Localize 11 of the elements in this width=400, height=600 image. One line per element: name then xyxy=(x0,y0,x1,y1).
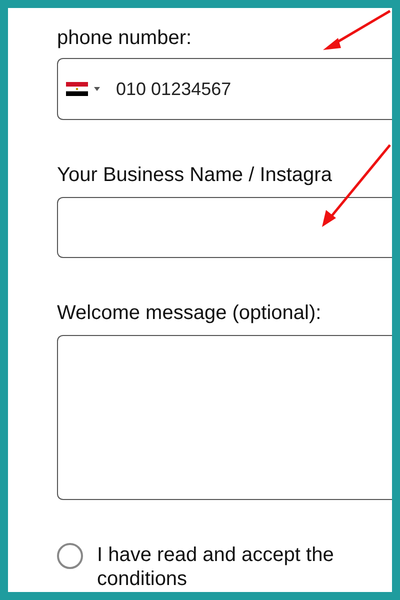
flag-icon xyxy=(66,82,88,96)
radio-button[interactable] xyxy=(57,543,83,569)
field-label: Welcome message (optional): xyxy=(57,301,322,325)
arrow xyxy=(323,10,391,50)
field-label: Your Business Name / Instagra xyxy=(57,163,332,187)
field-label: phone number: xyxy=(57,26,192,50)
input-field[interactable] xyxy=(57,197,392,258)
consent-text: I have read and accept the conditions xyxy=(97,543,335,591)
phone-field[interactable]: 010 01234567 xyxy=(57,58,392,120)
caret-icon xyxy=(94,87,100,91)
message-field[interactable] xyxy=(57,335,392,500)
